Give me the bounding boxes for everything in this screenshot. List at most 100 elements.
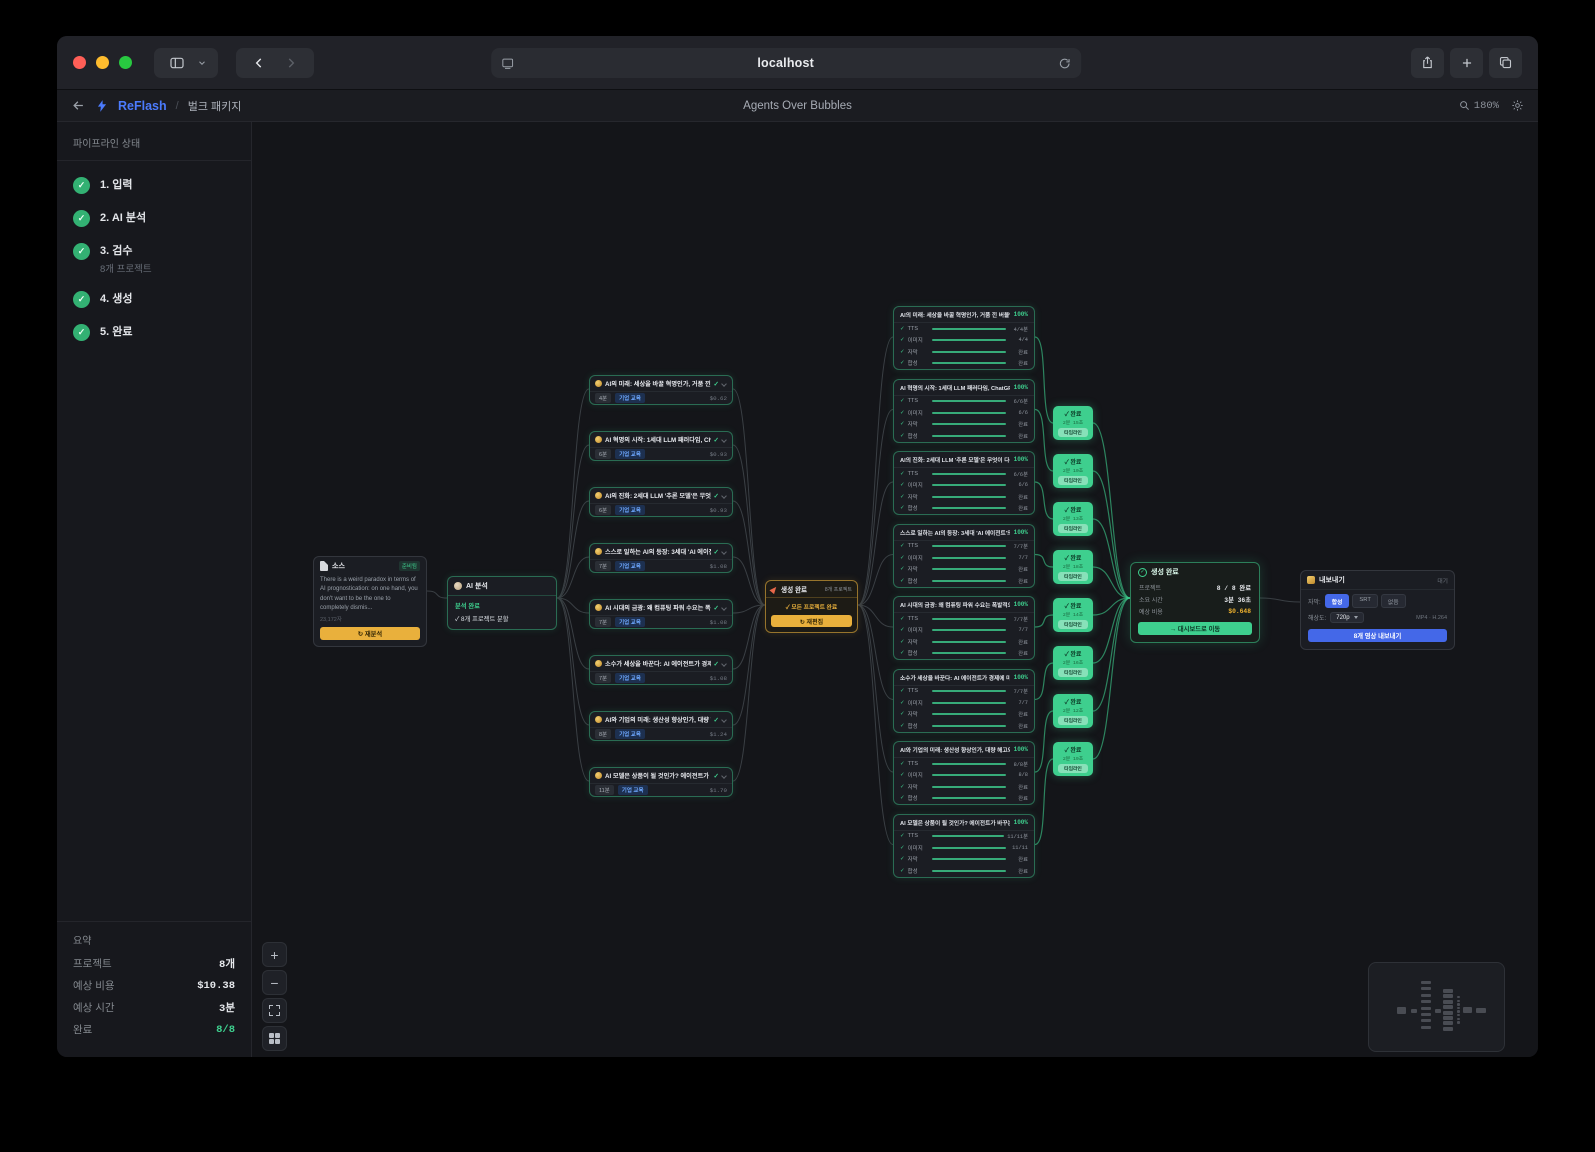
sidebar-step[interactable]: ✓3. 검수8개 프로젝트 <box>73 243 235 275</box>
duration-badge: 7분 <box>595 617 611 627</box>
new-tab-button[interactable] <box>1450 48 1483 78</box>
chevron-down-icon[interactable] <box>722 437 727 442</box>
dashboard-button[interactable]: → 대시보드로 이동 <box>1138 622 1252 635</box>
address-bar[interactable]: localhost <box>491 48 1081 78</box>
analysis-node[interactable]: AI 분석 분석 완료 ✓ 8개 프로젝트 분할 <box>447 576 557 630</box>
progress-node[interactable]: AI 혁명의 시작: 1세대 LLM 패러다임, ChatGPT의 등...10… <box>893 379 1035 443</box>
sidebar-step[interactable]: ✓1. 입력 <box>73 177 235 194</box>
zoom-in-button[interactable]: + <box>262 942 287 967</box>
progress-node[interactable]: AI와 기업의 미래: 생산성 향상인가, 대량 해고와 사무실...100%✓… <box>893 741 1035 805</box>
subtitle-option-없음[interactable]: 없음 <box>1381 594 1406 608</box>
progress-row-value: 6/6분 <box>1009 397 1028 405</box>
project-card[interactable]: AI의 미래: 세상을 바꿀 혁명인가, 거품 낀 버...✓4분기업 교육$0… <box>589 375 733 405</box>
progress-bar <box>932 835 1005 837</box>
reedit-button[interactable]: ↻ 재편집 <box>771 615 852 627</box>
chevron-down-icon[interactable] <box>722 493 727 498</box>
completion-summary-node[interactable]: ✓ 생성 완료 프로젝트8 / 8 완료소요 시간3분 36초예상 비용$0.6… <box>1130 562 1260 643</box>
summary-row-label: 예상 비용 <box>73 978 115 993</box>
summary-panel: 요약 프로젝트8개예상 비용$10.38예상 시간3분완료8/8 <box>57 921 251 1057</box>
maximize-window-button[interactable] <box>119 56 132 69</box>
gear-icon[interactable] <box>1511 99 1524 112</box>
source-node[interactable]: 소스 준비됨 There is a weird paradox in terms… <box>313 556 427 647</box>
sidebar-toggle-button[interactable] <box>162 48 192 78</box>
timeline-button[interactable]: 타임라인 <box>1058 668 1088 677</box>
project-card[interactable]: AI 혁명의 시작: 1세대 LLM 패러다임, Chat...✓6분기업 교육… <box>589 431 733 461</box>
timeline-button[interactable]: 타임라인 <box>1058 524 1088 533</box>
project-title: AI의 미래: 세상을 바꿀 혁명인가, 거품 낀 버... <box>605 379 711 388</box>
forward-button[interactable] <box>276 48 306 78</box>
subtitle-option-합성[interactable]: 합성 <box>1325 594 1350 608</box>
progress-node[interactable]: AI 모델은 상품이 될 것인가? 에이전트가 바꾸는 AI 산업...100%… <box>893 814 1035 878</box>
progress-row-value: 완료 <box>1009 855 1028 863</box>
export-button[interactable]: 8개 영상 내보내기 <box>1308 629 1447 642</box>
progress-row-label: TTS <box>908 326 929 332</box>
back-arrow-icon[interactable] <box>71 98 86 113</box>
progress-node[interactable]: 스스로 일하는 AI의 등장: 3세대 'AI 에이전트'의 작동...100%… <box>893 524 1035 588</box>
project-card[interactable]: AI 모델은 상품이 될 것인가? 에이전트가 바꾸...✓11분기업 교육$1… <box>589 767 733 797</box>
chevron-down-icon[interactable] <box>722 549 727 554</box>
reload-icon[interactable] <box>1058 57 1071 70</box>
progress-row-value: 완료 <box>1009 867 1028 875</box>
breadcrumb-separator: / <box>176 100 179 112</box>
progress-bar <box>932 786 1006 788</box>
done-node[interactable]: ✓ 완료2분 16초타임라인 <box>1053 646 1093 680</box>
timeline-button[interactable]: 타임라인 <box>1058 764 1088 773</box>
minimap[interactable] <box>1368 962 1505 1052</box>
chevron-down-icon[interactable] <box>722 661 727 666</box>
timeline-button[interactable]: 타임라인 <box>1058 716 1088 725</box>
nav-buttons <box>236 48 314 78</box>
project-card[interactable]: AI 시대의 금광: 왜 컴퓨팅 파워 수요는 폭발적...✓7분기업 교육$1… <box>589 599 733 629</box>
timeline-button[interactable]: 타임라인 <box>1058 476 1088 485</box>
sidebar-step[interactable]: ✓4. 생성 <box>73 291 235 308</box>
timeline-button[interactable]: 타임라인 <box>1058 620 1088 629</box>
progress-row: ✓TTS6/6분 <box>894 468 1034 480</box>
progress-percent: 100% <box>1014 384 1028 391</box>
chevron-down-icon[interactable] <box>722 381 727 386</box>
zoom-out-button[interactable]: − <box>262 970 287 995</box>
done-node[interactable]: ✓ 완료2분 18초타임라인 <box>1053 550 1093 584</box>
project-card[interactable]: 소수가 세상을 바꾼다: AI 에이전트가 경제에 ...✓7분기업 교육$1.… <box>589 655 733 685</box>
reanalyze-button[interactable]: ↻ 재분석 <box>320 627 420 640</box>
progress-node[interactable]: AI 시대의 금광: 왜 컴퓨팅 파워 수요는 폭발적으로 증가...100%✓… <box>893 596 1035 660</box>
progress-row: ✓자막완료 <box>894 781 1034 793</box>
project-card[interactable]: 스스로 일하는 AI의 등장: 3세대 'AI 에이전트'...✓7분기업 교육… <box>589 543 733 573</box>
sidebar-step[interactable]: ✓5. 완료 <box>73 324 235 341</box>
project-card[interactable]: AI의 진화: 2세대 LLM '추론 모델'은 무엇이 ...✓6분기업 교육… <box>589 487 733 517</box>
done-node[interactable]: ✓ 완료2분 10초타임라인 <box>1053 454 1093 488</box>
minimize-window-button[interactable] <box>96 56 109 69</box>
progress-row-value: 7/7 <box>1009 555 1028 561</box>
timeline-button[interactable]: 타임라인 <box>1058 428 1088 437</box>
export-node[interactable]: 내보내기 대기 자막: 합성SRT없음 해상도: 720p MP4 · H.26… <box>1300 570 1455 650</box>
generation-node[interactable]: 생성 완료 8개 프로젝트 ✓ 모든 프로젝트 완료 ↻ 재편집 <box>765 580 858 633</box>
subtitle-option-SRT[interactable]: SRT <box>1352 594 1378 608</box>
progress-bar <box>932 690 1006 692</box>
sidebar-step[interactable]: ✓2. AI 분석 <box>73 210 235 227</box>
progress-node[interactable]: 소수가 세상을 바꾼다: AI 에이전트가 경제에 미치는 파...100%✓T… <box>893 669 1035 733</box>
done-node[interactable]: ✓ 완료2분 13초타임라인 <box>1053 502 1093 536</box>
progress-node[interactable]: AI의 미래: 세상을 바꿀 혁명인가, 거품 낀 버블인가?100%✓TTS4… <box>893 306 1035 370</box>
done-node[interactable]: ✓ 완료2분 19초타임라인 <box>1053 742 1093 776</box>
chevron-down-icon[interactable] <box>722 717 727 722</box>
fit-view-button[interactable] <box>262 998 287 1023</box>
layout-grid-button[interactable] <box>262 1026 287 1051</box>
project-card[interactable]: AI와 기업의 미래: 생산성 향상인가, 대량 해고...✓8분기업 교육$1… <box>589 711 733 741</box>
chevron-down-icon[interactable] <box>722 605 727 610</box>
progress-row: ✓자막완료 <box>894 346 1034 358</box>
done-node[interactable]: ✓ 완료2분 15초타임라인 <box>1053 406 1093 440</box>
tab-overview-button[interactable] <box>1489 48 1522 78</box>
progress-node[interactable]: AI의 진화: 2세대 LLM '추론 모델'은 무엇이 다른가?100%✓TT… <box>893 451 1035 515</box>
chevron-down-icon[interactable] <box>722 773 727 778</box>
progress-row-value: 6/6분 <box>1009 470 1028 478</box>
pipeline-canvas[interactable]: 소스 준비됨 There is a weird paradox in terms… <box>252 122 1538 1057</box>
resolution-select[interactable]: 720p <box>1330 612 1363 623</box>
done-node[interactable]: ✓ 완료2분 14초타임라인 <box>1053 598 1093 632</box>
back-button[interactable] <box>244 48 274 78</box>
sidebar-menu-button[interactable] <box>194 48 210 78</box>
brand-name[interactable]: ReFlash <box>118 99 167 113</box>
close-window-button[interactable] <box>73 56 86 69</box>
timeline-button[interactable]: 타임라인 <box>1058 572 1088 581</box>
done-node[interactable]: ✓ 완료2분 12초타임라인 <box>1053 694 1093 728</box>
progress-row: ✓TTS7/7분 <box>894 686 1034 698</box>
share-button[interactable] <box>1411 48 1444 78</box>
category-badge: 기업 교육 <box>615 617 645 627</box>
